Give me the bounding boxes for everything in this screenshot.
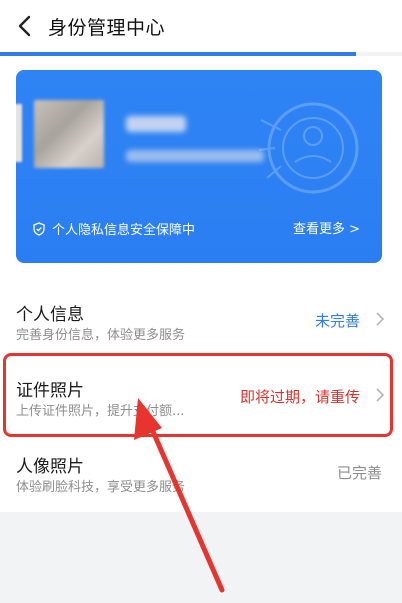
list-item-portrait-photo[interactable]: 人像照片 体验刷脸科技，享受更多服务 已完善 — [0, 432, 402, 512]
privacy-notice: 个人隐私信息安全保障中 — [32, 219, 195, 238]
card-edge-blur — [16, 104, 22, 162]
highlight-box — [3, 353, 393, 437]
identity-card[interactable]: 个人隐私信息安全保障中 查看更多 > — [16, 70, 382, 263]
avatar — [34, 100, 104, 168]
masked-name — [126, 116, 186, 132]
item-title: 个人信息 — [16, 305, 84, 325]
identity-card-section: 个人隐私信息安全保障中 查看更多 > — [0, 56, 402, 280]
top-bar: 身份管理中心 — [0, 0, 402, 52]
list-item-personal-info[interactable]: 个人信息 完善身份信息，体验更多服务 未完善 — [0, 280, 402, 356]
chevron-left-icon — [18, 15, 31, 37]
back-button[interactable] — [10, 12, 38, 40]
chevron-right-icon — [376, 312, 385, 326]
view-more-link[interactable]: 查看更多 > — [293, 218, 360, 237]
item-status: 已完善 — [336, 464, 382, 482]
item-status: 未完善 — [314, 312, 360, 330]
emblem-watermark-icon — [258, 102, 359, 194]
item-subtitle: 完善身份信息，体验更多服务 — [16, 328, 186, 343]
page-title: 身份管理中心 — [48, 17, 166, 39]
item-title: 人像照片 — [16, 457, 84, 477]
masked-id-number — [126, 150, 264, 162]
privacy-text: 个人隐私信息安全保障中 — [52, 223, 196, 238]
shield-icon — [33, 221, 45, 236]
item-subtitle: 体验刷脸科技，享受更多服务 — [16, 480, 186, 495]
